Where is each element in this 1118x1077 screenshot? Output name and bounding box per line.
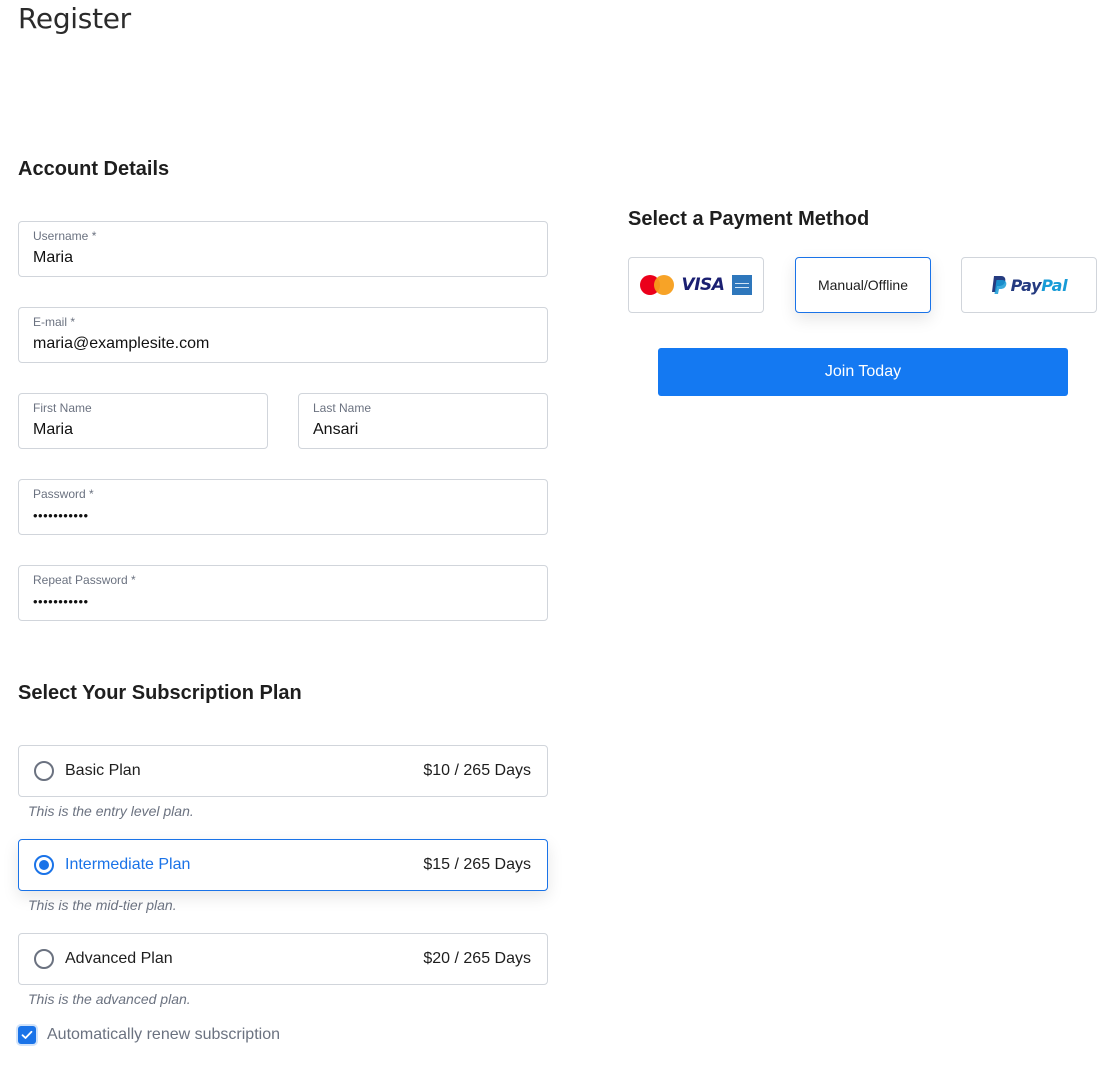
payment-option-label: Manual/Offline xyxy=(817,277,908,293)
radio-unselected-icon[interactable] xyxy=(34,761,54,781)
checkbox-checked-icon[interactable] xyxy=(18,1026,36,1044)
subscription-plan-heading: Select Your Subscription Plan xyxy=(18,682,302,704)
plan-price: $20 / 265 Days xyxy=(423,950,531,967)
account-details-heading: Account Details xyxy=(18,158,170,180)
plan-price: $15 / 265 Days xyxy=(423,856,531,873)
repeat-password-input[interactable] xyxy=(33,591,533,613)
password-input[interactable] xyxy=(33,505,533,527)
plan-name: Advanced Plan xyxy=(65,950,173,967)
plan-description: This is the entry level plan. xyxy=(28,803,194,819)
email-field[interactable]: E-mail * xyxy=(18,307,548,363)
plan-price: $10 / 265 Days xyxy=(423,762,531,779)
plan-description: This is the advanced plan. xyxy=(28,991,191,1007)
visa-icon: VISA xyxy=(681,275,725,295)
last-name-label: Last Name xyxy=(313,401,372,415)
plan-option-advanced[interactable]: Advanced Plan $20 / 265 Days xyxy=(18,933,548,985)
repeat-password-field[interactable]: Repeat Password * xyxy=(18,565,548,621)
plan-option-basic[interactable]: Basic Plan $10 / 265 Days xyxy=(18,745,548,797)
mastercard-icon xyxy=(639,275,674,295)
last-name-field[interactable]: Last Name xyxy=(298,393,548,449)
auto-renew-label: Automatically renew subscription xyxy=(47,1026,280,1043)
radio-unselected-icon[interactable] xyxy=(34,949,54,969)
payment-option-cards[interactable]: VISA xyxy=(628,257,764,313)
plan-name: Intermediate Plan xyxy=(65,856,191,873)
plan-option-intermediate[interactable]: Intermediate Plan $15 / 265 Days xyxy=(18,839,548,891)
paypal-wordmark: PayPal xyxy=(1010,275,1068,295)
username-input[interactable] xyxy=(33,247,533,269)
payment-method-heading: Select a Payment Method xyxy=(628,208,870,230)
repeat-password-label: Repeat Password * xyxy=(33,573,136,587)
username-field[interactable]: Username * xyxy=(18,221,548,277)
auto-renew-checkbox[interactable]: Automatically renew subscription xyxy=(18,1026,280,1044)
last-name-input[interactable] xyxy=(313,419,533,441)
password-field[interactable]: Password * xyxy=(18,479,548,535)
checkmark-icon xyxy=(21,1030,33,1039)
radio-selected-icon[interactable] xyxy=(34,855,54,875)
email-label: E-mail * xyxy=(33,315,76,329)
plan-name: Basic Plan xyxy=(65,762,141,779)
page-title: Register xyxy=(18,2,131,35)
payment-option-manual-offline[interactable]: Manual/Offline xyxy=(795,257,931,313)
first-name-input[interactable] xyxy=(33,419,253,441)
first-name-field[interactable]: First Name xyxy=(18,393,268,449)
paypal-icon xyxy=(991,276,1007,294)
join-today-button[interactable]: Join Today xyxy=(658,348,1068,396)
password-label: Password * xyxy=(33,487,94,501)
email-input[interactable] xyxy=(33,333,533,355)
first-name-label: First Name xyxy=(33,401,92,415)
username-label: Username * xyxy=(33,229,97,243)
payment-option-paypal[interactable]: PayPal xyxy=(961,257,1097,313)
amex-icon xyxy=(732,275,753,295)
plan-description: This is the mid-tier plan. xyxy=(28,897,177,913)
